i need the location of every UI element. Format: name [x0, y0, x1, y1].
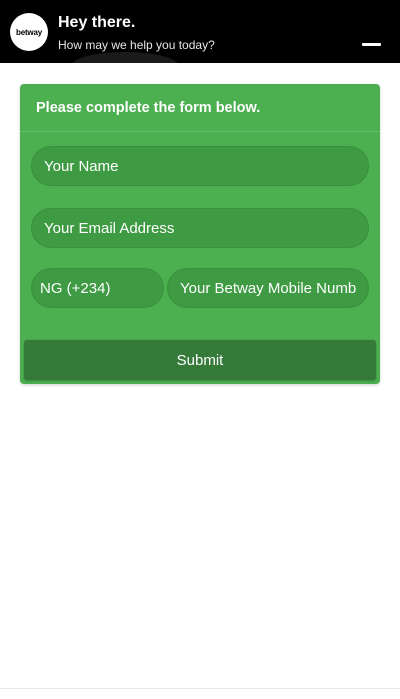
minimize-icon[interactable] — [362, 43, 381, 46]
country-code-select[interactable]: NG (+234) — [31, 268, 164, 308]
name-input[interactable] — [31, 146, 369, 186]
bottom-divider — [0, 688, 400, 689]
header-subtitle: How may we help you today? — [58, 38, 215, 52]
mobile-number-input[interactable] — [167, 268, 369, 308]
chat-widget: betway Hey there. How may we help you to… — [0, 0, 400, 699]
form-divider — [20, 131, 380, 132]
email-input[interactable] — [31, 208, 369, 248]
form-heading: Please complete the form below. — [36, 100, 261, 116]
country-code-value: NG (+234) — [40, 279, 111, 297]
betway-logo: betway — [10, 13, 48, 51]
submit-button[interactable]: Submit — [24, 340, 376, 380]
contact-form: Please complete the form below. NG (+234… — [20, 84, 380, 384]
header-title: Hey there. — [58, 14, 136, 31]
logo-text: betway — [16, 27, 42, 37]
chat-header: betway Hey there. How may we help you to… — [0, 0, 400, 63]
header-decoration — [70, 52, 180, 63]
